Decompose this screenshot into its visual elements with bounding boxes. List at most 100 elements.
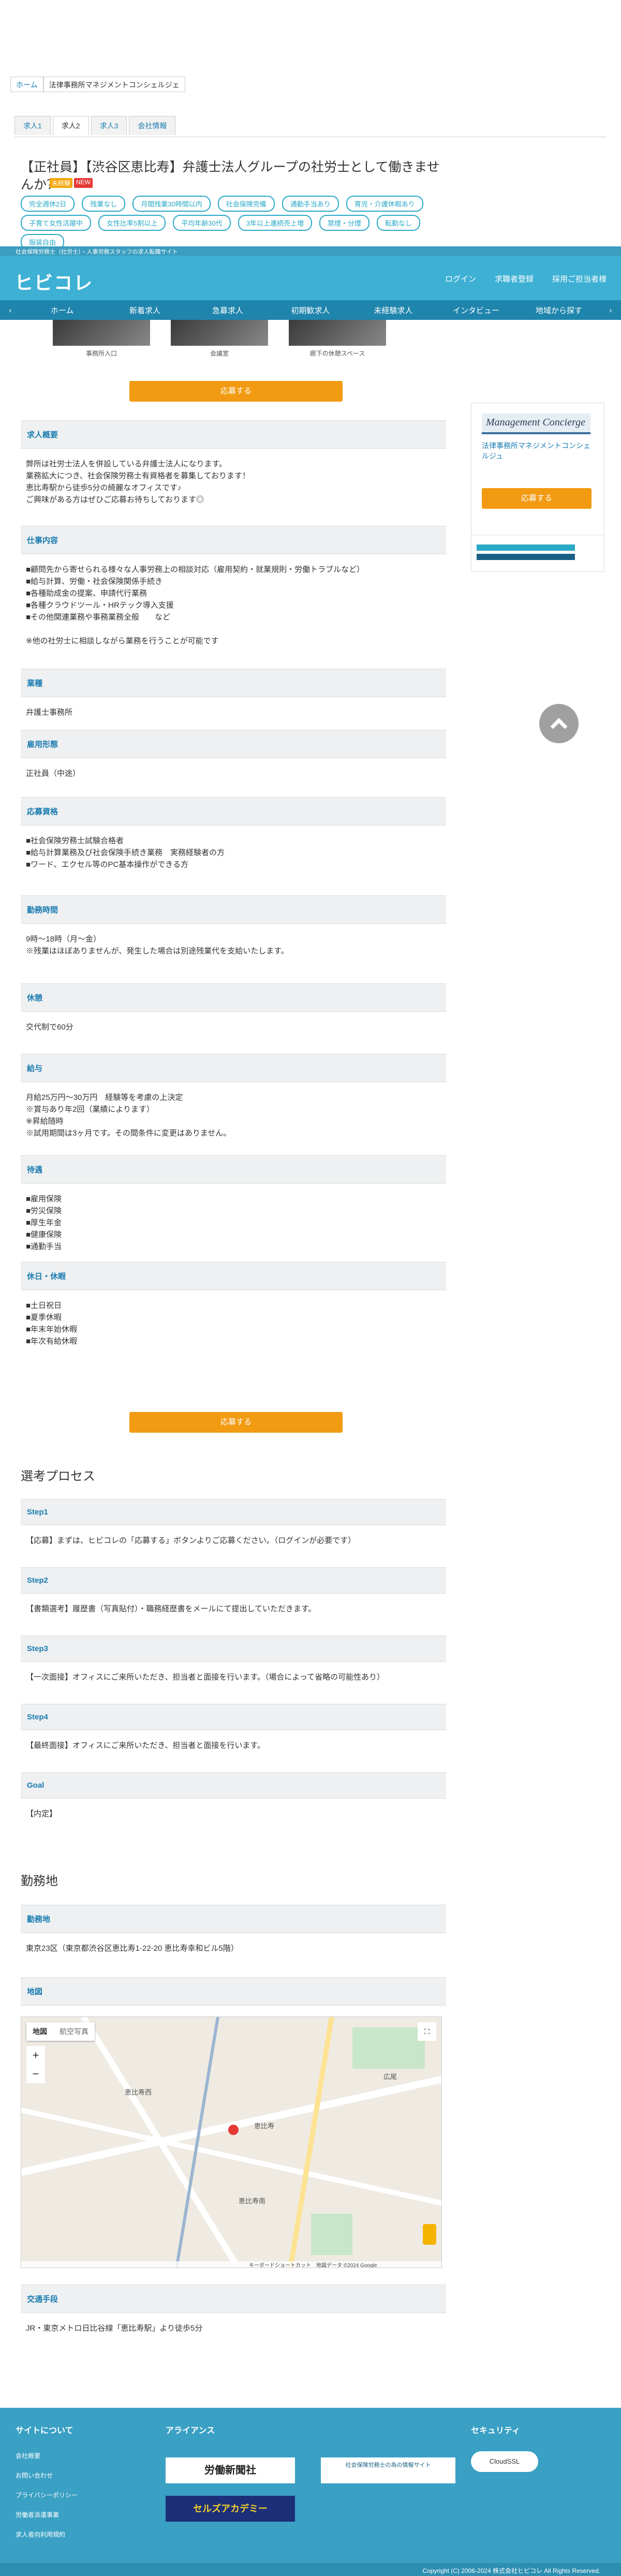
section-heading: 勤務時間 bbox=[21, 895, 446, 924]
nav-interview[interactable]: インタビュー bbox=[435, 305, 518, 316]
footer-link[interactable]: プライバシーポリシー bbox=[16, 2485, 140, 2505]
street-view-icon[interactable] bbox=[423, 2224, 436, 2245]
job-tabs: 求人1 求人2 求人3 会社情報 bbox=[14, 116, 176, 135]
step-heading: Goal bbox=[21, 1772, 446, 1799]
login-link[interactable]: ログイン bbox=[445, 273, 476, 284]
apply-button-bottom[interactable]: 応募する bbox=[129, 1412, 343, 1433]
progress-bar-1 bbox=[477, 544, 575, 551]
section-body: ■顧問先から寄せられる様々な人事労務上の相談対応（雇用契約・就業規則・労働トラブ… bbox=[26, 565, 365, 645]
nav-home[interactable]: ホーム bbox=[21, 305, 103, 316]
job-tag: 通勤手当あり bbox=[282, 196, 339, 212]
apply-button-top[interactable]: 応募する bbox=[129, 381, 343, 402]
job-tag: 完全週休2日 bbox=[21, 196, 75, 212]
tab-job2[interactable]: 求人2 bbox=[52, 116, 89, 135]
register-link[interactable]: 求職者登録 bbox=[495, 273, 534, 284]
footer-link[interactable]: 求人者向利用規約 bbox=[16, 2525, 140, 2544]
step-body: 【一次面接】オフィスにご来所いただき、担当者と面接を行います。（場合によって省略… bbox=[26, 1673, 385, 1682]
company-logo: Management Concierge bbox=[482, 414, 590, 434]
section-heading: 待遇 bbox=[21, 1155, 446, 1184]
process-title: 選考プロセス bbox=[21, 1469, 95, 1483]
nav-right-icon[interactable]: › bbox=[600, 306, 621, 315]
job-tag: 転勤なし bbox=[376, 215, 420, 231]
location-map-header: 地図 bbox=[21, 1977, 446, 2006]
job-tag: 平均年齢30代 bbox=[173, 215, 231, 231]
process-step: Step2 【書類選考】履歴書（写真貼付）・職務経歴書をメールにて提出していただき… bbox=[21, 1567, 446, 1624]
zoom-out-icon[interactable]: − bbox=[26, 2065, 45, 2083]
nav-inexperienced[interactable]: 未経験求人 bbox=[352, 305, 435, 316]
job-tag: 禁煙・分煙 bbox=[319, 215, 369, 231]
tab-company[interactable]: 会社情報 bbox=[129, 116, 176, 135]
step-heading: Step3 bbox=[21, 1636, 446, 1662]
tab-job3[interactable]: 求人3 bbox=[91, 116, 127, 135]
section-heading: 給与 bbox=[21, 1054, 446, 1082]
nav-first[interactable]: 初期歓求人 bbox=[269, 305, 352, 316]
photo-lounge: 廊下の休憩スペース bbox=[289, 320, 386, 358]
section-heading: 業種 bbox=[21, 669, 446, 697]
footer-alliance: アライアンス 労働新聞社 社会保険労務士の為の情報サイト セルズアカデミー bbox=[166, 2423, 455, 2522]
map-label-hiroo: 広尾 bbox=[383, 2073, 397, 2081]
photo-meeting-room: 会議室 bbox=[171, 320, 268, 358]
map-canvas: 恵比寿 恵比寿南 恵比寿西 広尾 キーボードショートカット 地図データ ©202… bbox=[21, 2017, 441, 2268]
badge-new: NEW bbox=[74, 178, 93, 188]
site-logo[interactable]: ヒビコレ bbox=[14, 268, 93, 295]
footer-link[interactable]: 労働者派遣事業 bbox=[16, 2505, 140, 2525]
section-body: 弊所は社労士法人を併設している弁護士法人になります。 業務拡大につき、社会保険労… bbox=[26, 460, 250, 504]
sidebar-company-name[interactable]: 法律事務所マネジメントコンシェルジュ bbox=[482, 440, 596, 461]
process-step: Goal 【内定】 bbox=[21, 1772, 446, 1829]
copyright: Copyright (C) 2006-2024 株式会社ヒビコレ All Rig… bbox=[0, 2563, 621, 2576]
job-tag: 子育て女性活躍中 bbox=[21, 215, 92, 231]
section-heading: 求人概要 bbox=[21, 420, 446, 449]
section-heading: 応募資格 bbox=[21, 797, 446, 826]
step-body: 【内定】 bbox=[26, 1809, 57, 1818]
job-title: 【正社員】【渋谷区恵比寿】弁護士法人グループの社労士として働きませんか？ bbox=[21, 160, 440, 192]
map-label-ebisu: 恵比寿 bbox=[254, 2122, 274, 2130]
alliance-logo-sharoushi[interactable]: 社会保険労務士の為の情報サイト bbox=[321, 2457, 455, 2483]
section-body: 正社員（中途） bbox=[26, 769, 81, 778]
section-body: 交代制で60分 bbox=[26, 1023, 73, 1032]
tab-job1[interactable]: 求人1 bbox=[14, 116, 51, 135]
map-type-map[interactable]: 地図 bbox=[26, 2022, 53, 2041]
employer-link[interactable]: 採用ご担当者様 bbox=[552, 273, 607, 284]
nav-area[interactable]: 地域から探す bbox=[518, 305, 600, 316]
photo-entrance: 事務所入口 bbox=[53, 320, 150, 358]
alliance-logo-rodoshinbun[interactable]: 労働新聞社 bbox=[166, 2457, 295, 2483]
breadcrumb-current: 法律事務所マネジメントコンシェルジェ bbox=[43, 77, 185, 92]
footer-link[interactable]: お問い合わせ bbox=[16, 2466, 140, 2485]
job-section: 休日・休暇 ■土日祝日 ■夏季休暇 ■年末年始休暇 ■年次有給休暇 bbox=[21, 1262, 446, 1357]
breadcrumb-home[interactable]: ホーム bbox=[10, 77, 43, 92]
scroll-top-button[interactable] bbox=[539, 704, 579, 743]
map-footer: キーボードショートカット 地図データ ©2024 Google bbox=[249, 2262, 377, 2268]
nav-urgent[interactable]: 急募求人 bbox=[186, 305, 269, 316]
nav-left-icon[interactable]: ‹ bbox=[0, 306, 21, 315]
nav-new[interactable]: 新着求人 bbox=[103, 305, 186, 316]
map[interactable]: 恵比寿 恵比寿南 恵比寿西 広尾 キーボードショートカット 地図データ ©202… bbox=[21, 2016, 442, 2268]
process-step: Step1 【応募】まずは、ヒビコレの「応募する」ボタンよりご応募ください。（ログ… bbox=[21, 1499, 446, 1556]
section-body: 9時〜18時（月〜金） ※残業はほぼありませんが、発生した場合は別途残業代を支給… bbox=[26, 935, 289, 955]
alliance-logo-cells[interactable]: セルズアカデミー bbox=[166, 2496, 295, 2522]
zoom-in-icon[interactable]: + bbox=[26, 2046, 45, 2065]
job-tag: 月間残業30時間以内 bbox=[132, 196, 211, 212]
job-section: 応募資格 ■社会保険労務士試験合格者 ■給与計算業務及び社会保険手続き業務 実務経… bbox=[21, 797, 446, 880]
map-label-ebisu-minami: 恵比寿南 bbox=[239, 2197, 265, 2205]
chevron-up-icon bbox=[550, 718, 568, 729]
cloudssl-badge[interactable]: CloudSSL bbox=[471, 2451, 538, 2472]
header-links: ログイン 求職者登録 採用ご担当者様 bbox=[445, 273, 607, 284]
section-heading: 休日・休暇 bbox=[21, 1262, 446, 1290]
section-heading: 雇用形態 bbox=[21, 730, 446, 758]
step-heading: Step2 bbox=[21, 1567, 446, 1594]
step-body: 【最終面接】オフィスにご来所いただき、担当者と面接を行います。 bbox=[26, 1741, 265, 1750]
breadcrumb: ホーム 法律事務所マネジメントコンシェルジェ bbox=[10, 77, 185, 92]
section-heading: 仕事内容 bbox=[21, 526, 446, 554]
fullscreen-icon[interactable]: ⛶ bbox=[418, 2022, 436, 2041]
map-type-satellite[interactable]: 航空写真 bbox=[53, 2022, 95, 2041]
footer-about: サイトについて 会社概要 お問い合わせ プライバシーポリシー 労働者派遣事業 求人者向利… bbox=[16, 2423, 140, 2544]
job-section: 勤務時間 9時〜18時（月〜金） ※残業はほぼありませんが、発生した場合は別途残業… bbox=[21, 895, 446, 966]
section-heading: 休憩 bbox=[21, 983, 446, 1012]
job-section: 休憩交代制で60分 bbox=[21, 983, 446, 1042]
footer-link[interactable]: 会社概要 bbox=[16, 2446, 140, 2466]
job-badges: 未経験 NEW bbox=[50, 178, 93, 188]
sidebar-progress bbox=[471, 535, 604, 572]
step-heading: Step1 bbox=[21, 1499, 446, 1525]
job-section: 待遇 ■雇用保険 ■労災保険 ■厚生年金 ■健康保険 ■通勤手当 bbox=[21, 1155, 446, 1262]
sidebar-apply-button[interactable]: 応募する bbox=[482, 488, 592, 509]
